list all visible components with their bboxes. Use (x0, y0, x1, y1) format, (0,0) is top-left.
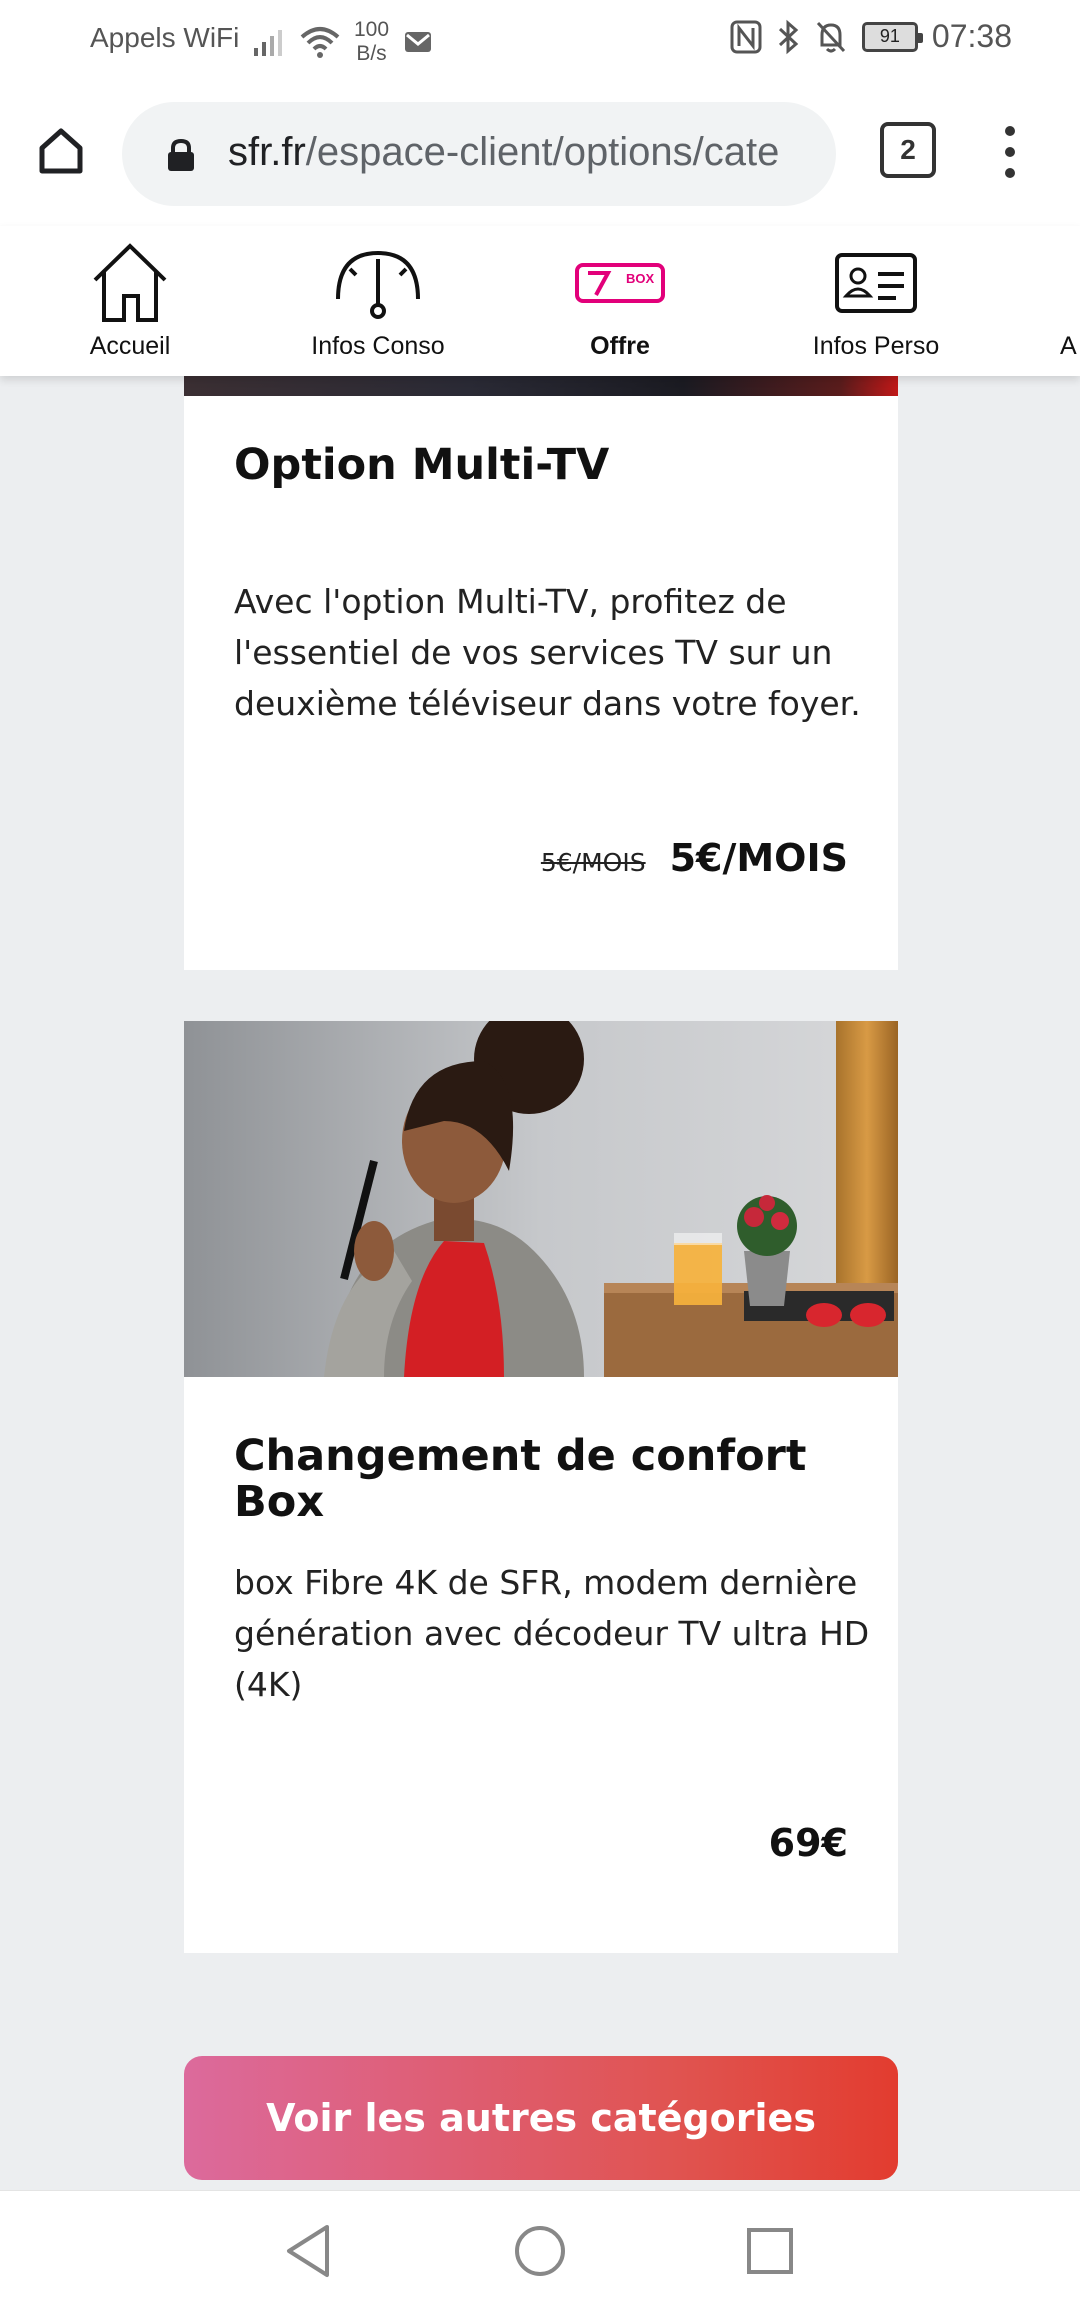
status-right: 91 07:38 (730, 18, 1012, 55)
home-icon (39, 128, 83, 174)
old-price: 5€/MOIS (540, 848, 646, 877)
see-other-categories-button[interactable]: Voir les autres catégories (184, 2056, 898, 2180)
option-card-confort-box[interactable]: Changement de confort Box box Fibre 4K d… (184, 1021, 898, 1953)
home-circle-icon (515, 2226, 565, 2276)
nav-label: Infos Perso (812, 332, 940, 360)
nav-item-accueil[interactable]: Accueil (62, 238, 198, 376)
card-description: box Fibre 4K de SFR, modem dernière géné… (234, 1563, 870, 1704)
signal-icon (254, 30, 282, 56)
nav-item-offre[interactable]: BOX Offre (560, 238, 680, 376)
id-card-icon (835, 253, 917, 313)
battery-indicator: 91 (861, 21, 923, 52)
status-bar: Appels WiFi 100 B/s 91 07:38 (0, 0, 1080, 80)
dot-icon (1005, 126, 1015, 136)
current-price: 5€/MOIS (669, 836, 848, 880)
browser-toolbar: sfr.fr/espace-client/options/cate 2 (0, 80, 1080, 226)
home-system-button[interactable] (508, 2219, 572, 2283)
system-navigation-bar (0, 2190, 1080, 2312)
recents-square-icon (747, 2228, 793, 2274)
speed-unit: B/s (356, 42, 387, 65)
back-button[interactable] (276, 2219, 340, 2283)
bluetooth-icon (778, 19, 799, 54)
speed-value: 100 (354, 18, 390, 41)
home-button[interactable] (26, 116, 96, 186)
wifi-icon (300, 27, 340, 58)
app-navigation: Accueil Infos Conso BOX Offre Infos Pers… (0, 226, 1080, 376)
nav-label: Infos Conso (311, 332, 445, 360)
url-text[interactable]: sfr.fr/espace-client/options/cate (228, 130, 824, 175)
nav-item-overflow[interactable]: A (1060, 238, 1080, 376)
address-bar[interactable]: sfr.fr/espace-client/options/cate (122, 102, 836, 206)
nav-item-infos-perso[interactable]: Infos Perso (806, 238, 946, 376)
card-title: Changement de confort Box (234, 1431, 807, 1527)
nav-label: Offre (590, 332, 650, 360)
carrier-label: Appels WiFi (90, 22, 240, 53)
recents-button[interactable] (738, 2219, 802, 2283)
gauge-icon (336, 250, 420, 319)
nav-label: Accueil (89, 332, 171, 360)
nav-label: A (1060, 332, 1077, 360)
card-title: Option Multi-TV (234, 440, 610, 490)
status-icons: 100 B/s (252, 18, 433, 66)
tab-switcher-button[interactable]: 2 (880, 122, 936, 178)
card-image-bottom (184, 376, 898, 396)
dot-icon (1005, 147, 1015, 157)
url-domain: sfr.fr (228, 130, 306, 174)
mute-bell-icon (816, 21, 846, 52)
price-row: 5€/MOIS 5€/MOIS (541, 836, 848, 880)
url-path: /espace-client/options/cate (305, 130, 780, 174)
home-icon (93, 243, 167, 322)
card-description: Avec l'option Multi-TV, profitez de l'es… (234, 582, 861, 723)
box-badge-text: BOX (626, 271, 655, 286)
nav-item-infos-conso[interactable]: Infos Conso (298, 238, 458, 376)
mail-icon (405, 32, 432, 52)
current-price: 69€ (768, 1821, 848, 1865)
woman-thinking-photo (184, 1021, 898, 1377)
clock: 07:38 (931, 18, 1012, 54)
back-triangle-icon (287, 2225, 329, 2277)
lock-icon (168, 138, 194, 171)
option-card-multi-tv[interactable]: Option Multi-TV Avec l'option Multi-TV, … (184, 376, 898, 970)
box-icon: BOX (575, 263, 665, 303)
browser-menu-button[interactable] (990, 120, 1030, 184)
dot-icon (1005, 168, 1015, 178)
nfc-icon (730, 20, 762, 53)
network-speed: 100 B/s (354, 18, 389, 66)
price-row: 69€ (769, 1821, 848, 1865)
